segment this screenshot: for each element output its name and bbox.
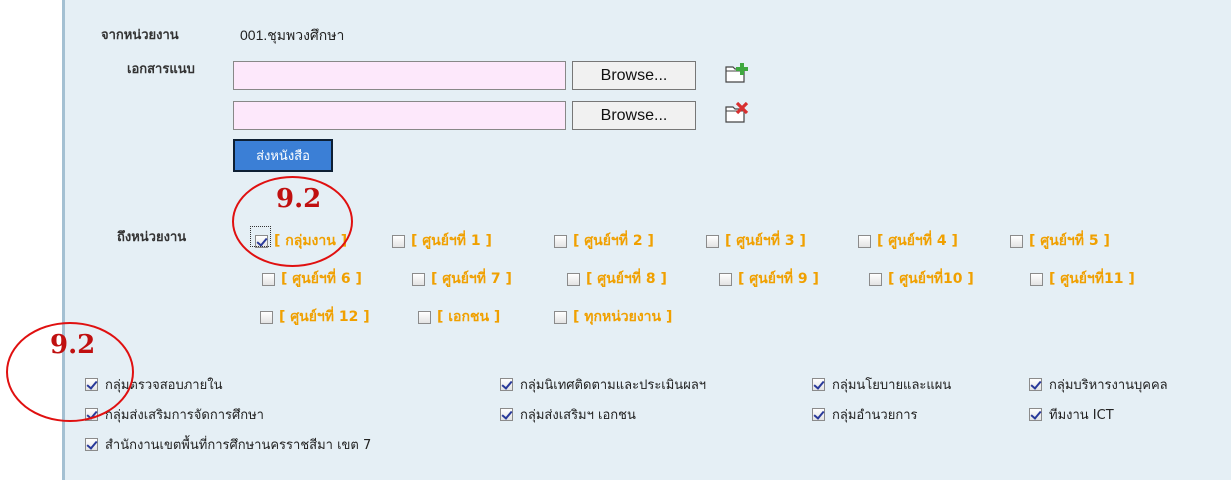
group-label: กลุ่มนิเทศติดตามและประเมินผลฯ (520, 378, 707, 393)
group-label: กลุ่มส่งเสริมฯ เอกชน (520, 408, 636, 423)
checkbox[interactable] (1029, 408, 1042, 421)
recipient-option[interactable]: [ ศูนย์ฯที่10 ] (869, 268, 974, 290)
from-label: จากหน่วยงาน (101, 28, 179, 43)
recipient-option[interactable]: [ ทุกหน่วยงาน ] (554, 306, 672, 328)
group-option[interactable]: ทีมงาน ICT (1029, 404, 1114, 425)
browse-button-1[interactable]: Browse... (572, 61, 696, 90)
group-option[interactable]: กลุ่มนโยบายและแผน (812, 374, 951, 395)
recipient-option[interactable]: [ ศูนย์ฯที่ 5 ] (1010, 230, 1110, 252)
checkbox[interactable] (85, 438, 98, 451)
group-option[interactable]: สำนักงานเขตพื้นที่การศึกษานครราชสีมา เขต… (85, 434, 371, 455)
recipient-option[interactable]: [ ศูนย์ฯที่ 9 ] (719, 268, 819, 290)
checkbox[interactable] (500, 378, 513, 391)
recipient-label: [ ศูนย์ฯที่ 6 ] (281, 271, 362, 287)
recipient-option[interactable]: [ ศูนย์ฯที่ 8 ] (567, 268, 667, 290)
checkbox[interactable] (706, 234, 719, 248)
browse-button-2[interactable]: Browse... (572, 101, 696, 130)
recipient-label: [ ศูนย์ฯที่11 ] (1049, 271, 1135, 287)
group-option[interactable]: กลุ่มบริหารงานบุคคล (1029, 374, 1168, 395)
recipient-option[interactable]: [ เอกชน ] (418, 306, 500, 328)
remove-file-icon[interactable] (724, 101, 750, 124)
recipient-label: [ ศูนย์ฯที่ 1 ] (411, 233, 492, 249)
recipient-option[interactable]: [ ศูนย์ฯที่ 4 ] (858, 230, 958, 252)
checkbox[interactable] (812, 378, 825, 391)
checkbox[interactable] (1029, 378, 1042, 391)
recipient-label: [ ทุกหน่วยงาน ] (573, 309, 673, 325)
checkbox[interactable] (554, 310, 567, 324)
recipient-label: [ เอกชน ] (437, 309, 501, 325)
checkbox[interactable] (500, 408, 513, 421)
checkbox[interactable] (418, 310, 431, 324)
recipient-option[interactable]: [ ศูนย์ฯที่ 12 ] (260, 306, 370, 328)
from-value: 001.ชุมพวงศึกษา (240, 27, 345, 43)
attachment-file-input-2[interactable] (233, 101, 566, 130)
checkbox[interactable] (260, 310, 273, 324)
recipient-label: [ ศูนย์ฯที่ 2 ] (573, 233, 654, 249)
annotation-label-top: 9.2 (276, 184, 322, 214)
checkbox[interactable] (554, 234, 567, 248)
to-label: ถึงหน่วยงาน (117, 230, 187, 245)
group-label: กลุ่มอำนวยการ (832, 408, 918, 423)
recipient-label: [ ศูนย์ฯที่10 ] (888, 271, 974, 287)
recipient-label: [ ศูนย์ฯที่ 5 ] (1029, 233, 1110, 249)
recipient-label: [ ศูนย์ฯที่ 4 ] (877, 233, 958, 249)
group-label: กลุ่มนโยบายและแผน (832, 378, 952, 393)
recipient-label: [ ศูนย์ฯที่ 7 ] (431, 271, 512, 287)
recipient-option[interactable]: [ ศูนย์ฯที่ 3 ] (706, 230, 806, 252)
group-label: สำนักงานเขตพื้นที่การศึกษานครราชสีมา เขต… (105, 438, 372, 453)
group-option[interactable]: กลุ่มส่งเสริมฯ เอกชน (500, 404, 636, 425)
group-label: กลุ่มบริหารงานบุคคล (1049, 378, 1168, 393)
checkbox[interactable] (567, 272, 580, 286)
recipient-label: [ ศูนย์ฯที่ 12 ] (279, 309, 370, 325)
group-label: กลุ่มส่งเสริมการจัดการศึกษา (105, 408, 264, 423)
annotation-label-bottom: 9.2 (50, 330, 96, 360)
checkbox[interactable] (262, 272, 275, 286)
checkbox[interactable] (858, 234, 871, 248)
attachment-file-input-1[interactable] (233, 61, 566, 90)
group-option[interactable]: กลุ่มอำนวยการ (812, 404, 917, 425)
group-option[interactable]: กลุ่มนิเทศติดตามและประเมินผลฯ (500, 374, 706, 395)
send-document-button[interactable]: ส่งหนังสือ (233, 139, 333, 172)
checkbox[interactable] (1030, 272, 1043, 286)
checkbox[interactable] (392, 234, 405, 248)
checkbox[interactable] (1010, 234, 1023, 248)
checkbox[interactable] (869, 272, 882, 286)
recipient-label: [ ศูนย์ฯที่ 3 ] (725, 233, 806, 249)
recipient-label: [ ศูนย์ฯที่ 8 ] (586, 271, 667, 287)
group-label: ทีมงาน ICT (1049, 408, 1114, 423)
recipient-label: [ ศูนย์ฯที่ 9 ] (738, 271, 819, 287)
checkbox[interactable] (812, 408, 825, 421)
recipient-option[interactable]: [ ศูนย์ฯที่ 2 ] (554, 230, 654, 252)
add-file-icon[interactable] (724, 62, 750, 84)
recipient-option[interactable]: [ ศูนย์ฯที่ 1 ] (392, 230, 492, 252)
checkbox[interactable] (719, 272, 732, 286)
recipient-option[interactable]: [ ศูนย์ฯที่ 6 ] (262, 268, 362, 290)
recipient-option[interactable]: [ ศูนย์ฯที่11 ] (1030, 268, 1135, 290)
recipient-option[interactable]: [ ศูนย์ฯที่ 7 ] (412, 268, 512, 290)
attach-label: เอกสารแนบ (127, 62, 195, 77)
checkbox[interactable] (412, 272, 425, 286)
